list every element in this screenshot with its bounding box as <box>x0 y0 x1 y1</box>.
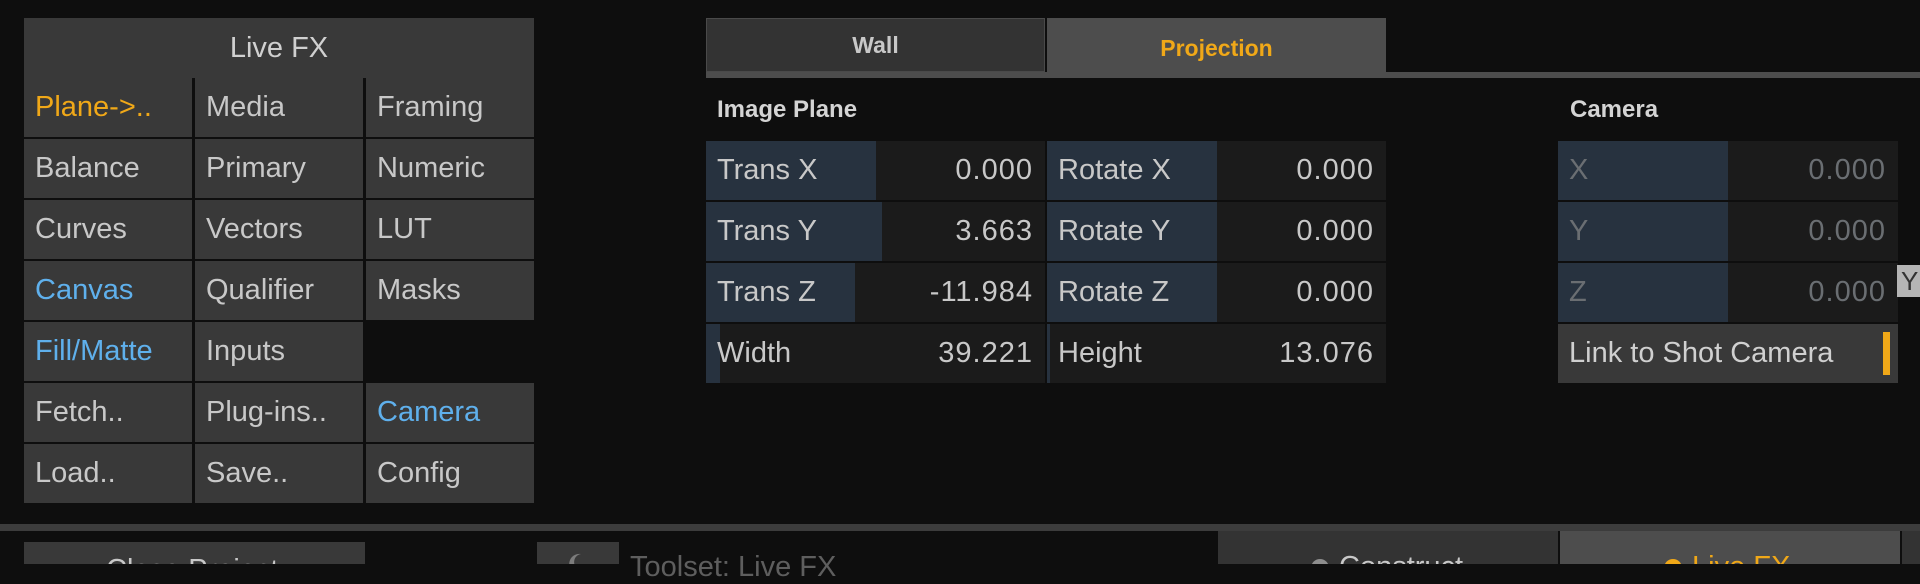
menu-title: Live FX <box>24 18 534 78</box>
trans-x-param[interactable]: Trans X 0.000 <box>706 141 1045 200</box>
width-param[interactable]: Width 39.221 <box>706 324 1045 383</box>
menu-item-plane[interactable]: Plane->.. <box>24 78 192 137</box>
toolset-label: Toolset: Live FX <box>630 551 837 583</box>
param-label: Trans X <box>717 154 818 186</box>
rotate-y-param[interactable]: Rotate Y 0.000 <box>1047 202 1386 261</box>
menu-item-qualifier[interactable]: Qualifier <box>195 261 363 320</box>
param-label: Rotate Z <box>1058 276 1170 308</box>
edge-tab[interactable] <box>1902 531 1920 564</box>
param-label: Width <box>717 337 792 369</box>
menu-item-curves[interactable]: Curves <box>24 200 192 259</box>
param-value: -11.984 <box>929 276 1033 308</box>
menu-item-plug-ins[interactable]: Plug-ins.. <box>195 383 363 442</box>
menu-item-framing[interactable]: Framing <box>366 78 534 137</box>
menu-item-save[interactable]: Save.. <box>195 444 363 503</box>
tab-projection[interactable]: Projection <box>1047 18 1386 78</box>
menu-item-load[interactable]: Load.. <box>24 444 192 503</box>
param-label: Trans Y <box>717 215 817 247</box>
camera-title: Camera <box>1570 96 1659 123</box>
param-label: Rotate Y <box>1058 215 1171 247</box>
param-value: 0.000 <box>1808 276 1886 308</box>
menu-item-masks[interactable]: Masks <box>366 261 534 320</box>
param-value: 0.000 <box>1808 215 1886 247</box>
menu-item-numeric[interactable]: Numeric <box>366 139 534 198</box>
param-label: Rotate X <box>1058 154 1171 186</box>
close-project-button[interactable]: Close Project <box>24 542 365 564</box>
trans-y-param[interactable]: Trans Y 3.663 <box>706 202 1045 261</box>
menu-item-lut[interactable]: LUT <box>366 200 534 259</box>
param-value: 0.000 <box>1296 215 1374 247</box>
param-value: 3.663 <box>955 215 1033 247</box>
param-value: 39.221 <box>938 337 1033 369</box>
param-value: 0.000 <box>1808 154 1886 186</box>
menu-item-empty <box>366 322 534 381</box>
construct-label: Construct <box>1339 551 1463 564</box>
menu-item-inputs[interactable]: Inputs <box>195 322 363 381</box>
camera-z-param: Z 0.000 <box>1558 263 1898 322</box>
menu-item-balance[interactable]: Balance <box>24 139 192 198</box>
link-to-shot-camera-label: Link to Shot Camera <box>1569 337 1834 369</box>
param-value: 0.000 <box>1296 154 1374 186</box>
toolset-icon-button[interactable] <box>537 542 619 564</box>
tab-divider <box>706 72 1920 78</box>
height-level <box>1047 324 1051 383</box>
menu-item-vectors[interactable]: Vectors <box>195 200 363 259</box>
camera-y-param: Y 0.000 <box>1558 202 1898 261</box>
menu-item-camera[interactable]: Camera <box>366 383 534 442</box>
menu-item-fetch[interactable]: Fetch.. <box>24 383 192 442</box>
height-param[interactable]: Height 13.076 <box>1047 324 1386 383</box>
camera-x-param: X 0.000 <box>1558 141 1898 200</box>
image-plane-title: Image Plane <box>717 96 858 123</box>
link-to-shot-camera-button[interactable]: Link to Shot Camera <box>1558 324 1898 383</box>
toggle-indicator <box>1883 332 1890 375</box>
param-value: 13.076 <box>1279 337 1374 369</box>
param-label: X <box>1569 154 1589 186</box>
radio-icon <box>1311 559 1329 564</box>
trans-z-param[interactable]: Trans Z -11.984 <box>706 263 1045 322</box>
rotate-x-param[interactable]: Rotate X 0.000 <box>1047 141 1386 200</box>
rotate-z-param[interactable]: Rotate Z 0.000 <box>1047 263 1386 322</box>
live-fx-label: Live FX <box>1692 551 1790 564</box>
menu-item-canvas[interactable]: Canvas <box>24 261 192 320</box>
radio-selected-icon <box>1664 559 1682 564</box>
menu-item-primary[interactable]: Primary <box>195 139 363 198</box>
param-value: 0.000 <box>955 154 1033 186</box>
close-project-label: Close Project <box>106 554 278 564</box>
bottom-divider <box>0 524 1920 531</box>
edge-tab-y[interactable]: Y <box>1897 265 1920 297</box>
param-label: Height <box>1058 337 1142 369</box>
param-value: 0.000 <box>1296 276 1374 308</box>
moon-icon <box>569 553 581 564</box>
param-label: Trans Z <box>717 276 816 308</box>
menu-item-config[interactable]: Config <box>366 444 534 503</box>
menu-item-fill-matte[interactable]: Fill/Matte <box>24 322 192 381</box>
param-label: Y <box>1569 215 1589 247</box>
menu-item-media[interactable]: Media <box>195 78 363 137</box>
live-fx-mode-button[interactable]: Live FX <box>1560 531 1900 564</box>
param-label: Z <box>1569 276 1587 308</box>
menu-grid: Plane->.. Media Framing Balance Primary Numer… <box>24 78 534 505</box>
tab-wall[interactable]: Wall <box>706 18 1045 72</box>
construct-mode-button[interactable]: Construct <box>1218 531 1558 564</box>
